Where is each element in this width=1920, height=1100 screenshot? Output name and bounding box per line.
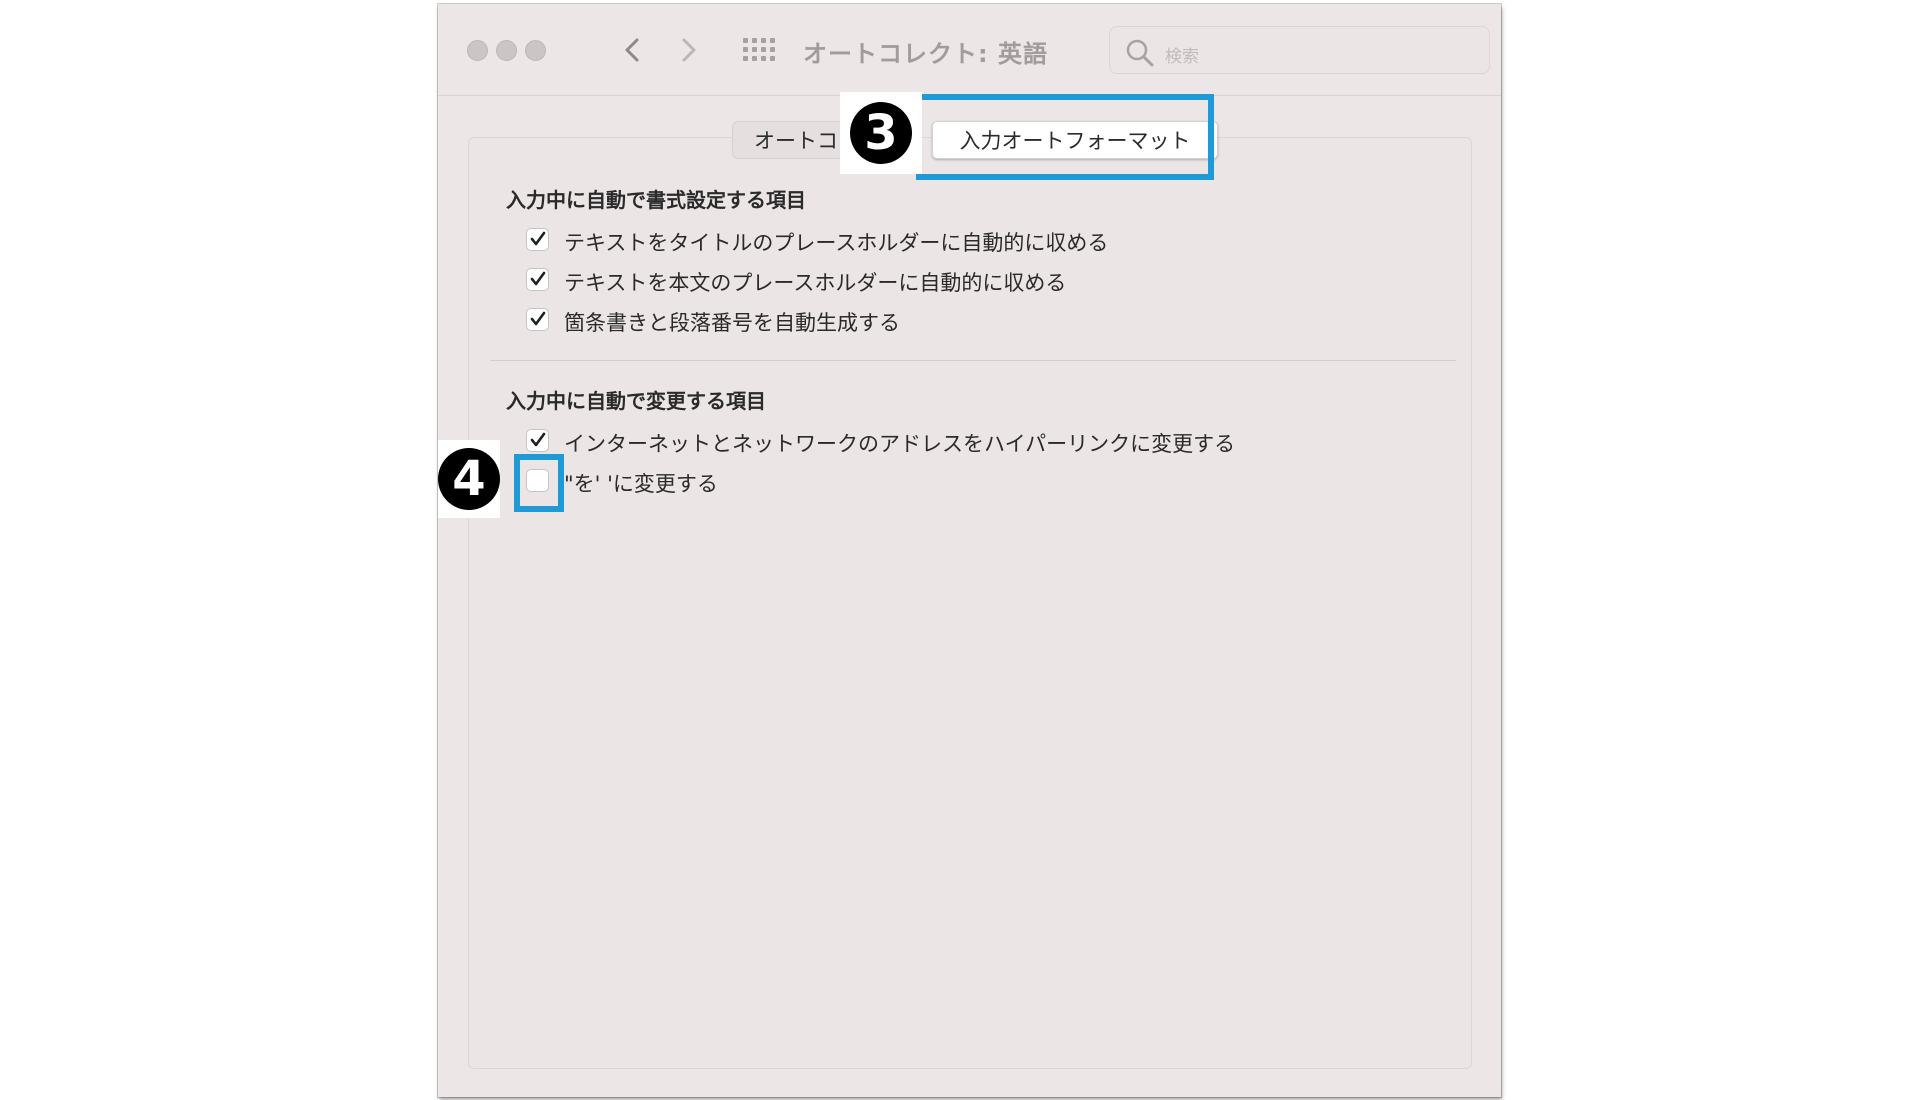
- option-label: テキストを本文のプレースホルダーに自動的に収める: [564, 271, 1067, 295]
- search-field[interactable]: 検索: [1109, 26, 1490, 74]
- option-label: テキストをタイトルのプレースホルダーに自動的に収める: [564, 231, 1109, 255]
- checkbox-fit-body[interactable]: [526, 268, 549, 291]
- checkbox-hyperlink[interactable]: [526, 429, 549, 452]
- step3-badge: 3: [850, 102, 912, 164]
- show-all-grid-icon[interactable]: [743, 38, 775, 64]
- search-icon: [1126, 39, 1154, 67]
- option-label: 箇条書きと段落番号を自動生成する: [564, 311, 900, 335]
- zoom-window-button[interactable]: [525, 40, 546, 61]
- title-bar: オートコレクト: 英語 検索: [438, 4, 1501, 96]
- autocorrect-window: オートコレクト: 英語 検索 オートコレクト 入力オートフォーマット 3 入力中…: [438, 4, 1501, 1097]
- section-title-replace: 入力中に自動で変更する項目: [506, 389, 766, 413]
- checkmark-icon: [530, 311, 546, 326]
- checkbox-highlight-frame: [514, 454, 564, 512]
- option-label: インターネットとネットワークのアドレスをハイパーリンクに変更する: [564, 432, 1236, 456]
- chevron-right-icon: [682, 38, 696, 62]
- checkmark-icon: [530, 271, 546, 286]
- forward-button[interactable]: [673, 32, 703, 68]
- section-divider: [490, 360, 1456, 361]
- back-button[interactable]: [618, 32, 648, 68]
- step4-badge: 4: [438, 448, 500, 510]
- minimize-window-button[interactable]: [496, 40, 517, 61]
- checkbox-auto-bullets[interactable]: [526, 308, 549, 331]
- window-title: オートコレクト: 英語: [803, 40, 1048, 68]
- search-placeholder: 検索: [1165, 47, 1199, 67]
- tab-highlight-frame: [916, 94, 1214, 180]
- step3-badge-background: 3: [840, 92, 922, 174]
- chevron-left-icon: [625, 38, 639, 62]
- checkbox-fit-title[interactable]: [526, 228, 549, 251]
- option-label: "を' 'に変更する: [564, 472, 718, 496]
- close-window-button[interactable]: [467, 40, 488, 61]
- section-title-format: 入力中に自動で書式設定する項目: [506, 188, 806, 212]
- checkmark-icon: [530, 231, 546, 246]
- step4-badge-background: 4: [438, 440, 500, 518]
- checkmark-icon: [530, 432, 546, 447]
